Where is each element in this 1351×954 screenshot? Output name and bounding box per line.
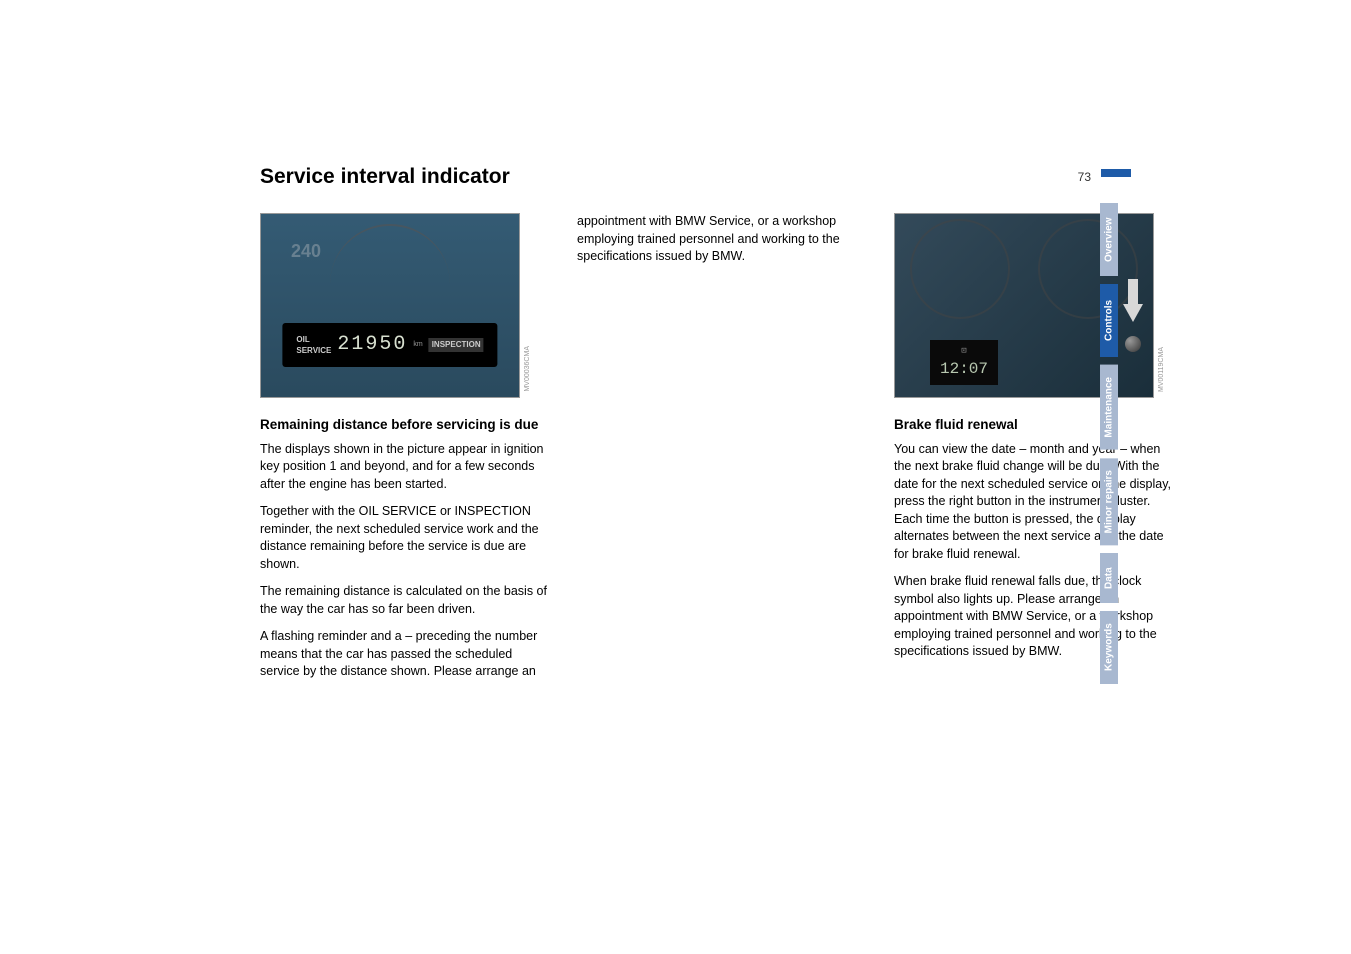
figure-service-indicator: 240 OIL SERVICE 21950 km INSPECTION MV00… (260, 213, 520, 398)
arrow-down-icon (1123, 304, 1143, 322)
column-middle: appointment with BMW Service, or a works… (577, 213, 864, 691)
column-left: 240 OIL SERVICE 21950 km INSPECTION MV00… (260, 213, 547, 691)
tab-controls[interactable]: Controls (1100, 284, 1118, 357)
oil-service-label: OIL SERVICE (296, 334, 331, 356)
column-right: ⊡ 12:07 MV00119CMA Brake fluid renewal Y… (894, 213, 1181, 691)
tab-overview[interactable]: Overview (1100, 203, 1118, 276)
speedometer-value: 240 (291, 239, 321, 264)
page-accent-bar (1101, 169, 1131, 177)
section-heading-remaining-distance: Remaining distance before servicing is d… (260, 416, 547, 435)
tab-spacer (1100, 276, 1118, 284)
page-number: 73 (1078, 170, 1091, 184)
tab-maintenance[interactable]: Maintenance (1100, 365, 1118, 450)
body-text: Together with the OIL SERVICE or INSPECT… (260, 503, 547, 573)
mileage-unit: km (413, 340, 422, 350)
tab-spacer (1100, 545, 1118, 553)
service-display-panel: OIL SERVICE 21950 km INSPECTION (282, 323, 497, 367)
section-heading-brake-fluid: Brake fluid renewal (894, 416, 1181, 435)
tab-spacer (1100, 603, 1118, 611)
body-text: appointment with BMW Service, or a works… (577, 213, 864, 266)
image-reference-code: MV00036CMA (523, 346, 533, 392)
mileage-value: 21950 (337, 331, 407, 359)
body-text: When brake fluid renewal falls due, the … (894, 573, 1181, 661)
tab-spacer (1100, 450, 1118, 458)
body-text: A flashing reminder and a – preceding th… (260, 628, 547, 681)
body-text: The displays shown in the picture appear… (260, 441, 547, 494)
clock-display: ⊡ 12:07 (930, 340, 998, 385)
inspection-label: INSPECTION (429, 338, 484, 351)
speedometer-icon (330, 224, 450, 284)
body-text: The remaining distance is calculated on … (260, 583, 547, 618)
tachometer-icon (910, 219, 1010, 319)
body-text: You can view the date – month and year –… (894, 441, 1181, 564)
clock-time-value: 12:07 (940, 360, 988, 378)
tab-keywords[interactable]: Keywords (1100, 611, 1118, 684)
clock-icon: ⊡ (940, 345, 988, 358)
tab-minor-repairs[interactable]: Minor repairs (1100, 458, 1118, 545)
page-title: Service interval indicator (260, 165, 1181, 189)
instrument-button-icon (1125, 336, 1141, 352)
tab-data[interactable]: Data (1100, 553, 1118, 603)
tab-spacer (1100, 357, 1118, 365)
image-reference-code: MV00119CMA (1157, 347, 1167, 392)
side-navigation-tabs: Overview Controls Maintenance Minor repa… (1100, 203, 1118, 684)
